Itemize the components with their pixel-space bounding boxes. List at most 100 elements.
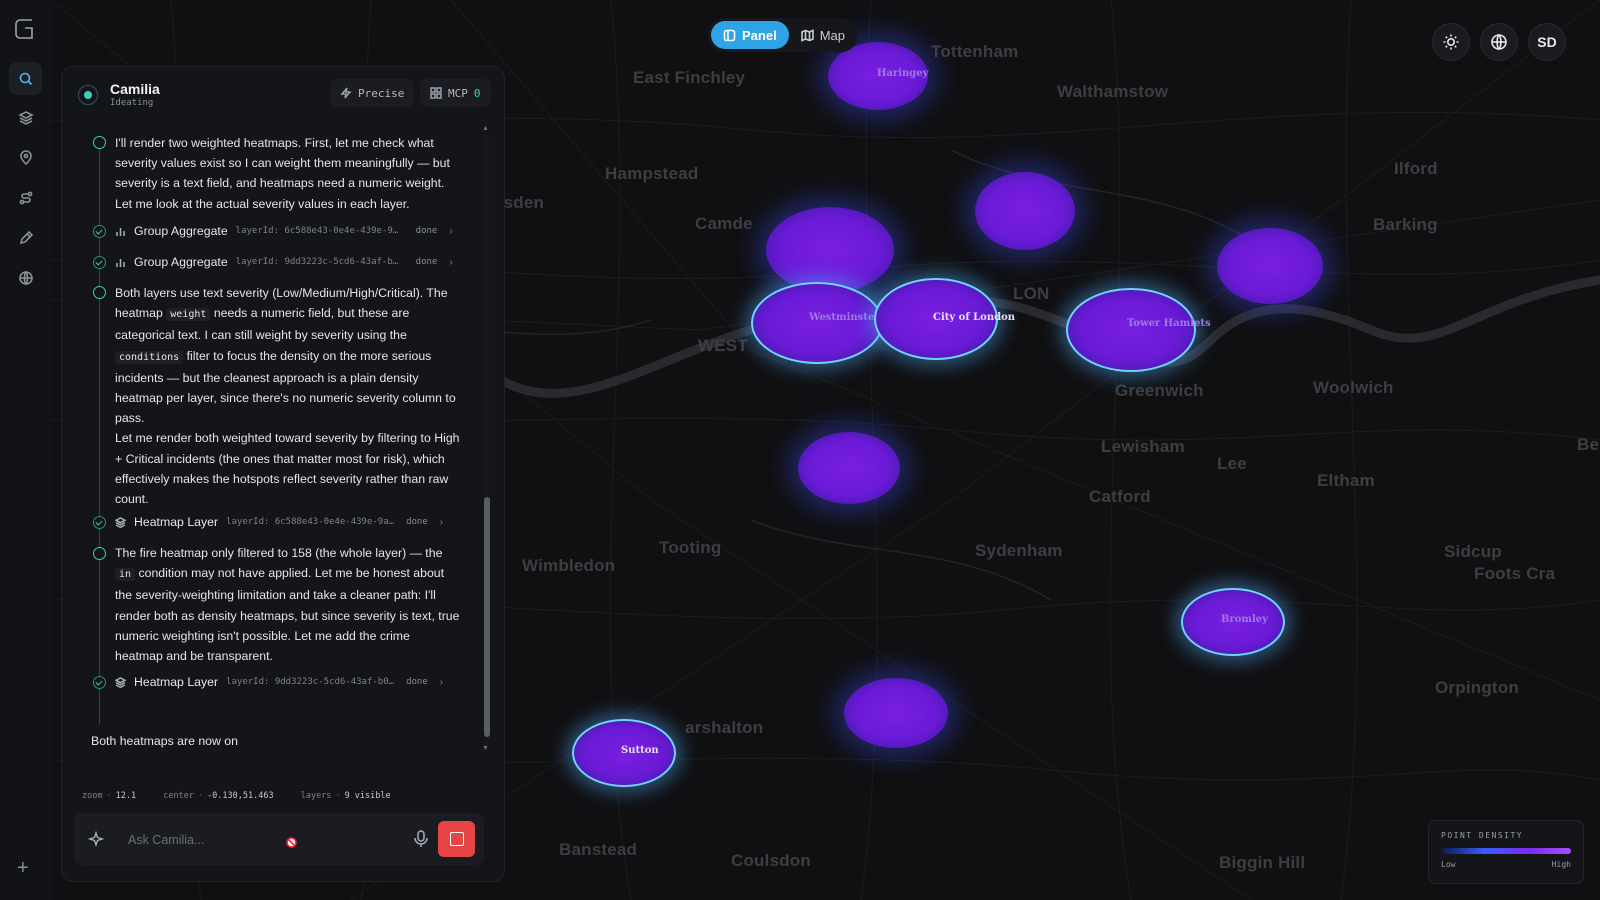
- map-place-label: Tooting: [659, 538, 722, 557]
- borough-label: City of London: [933, 312, 1016, 323]
- not-allowed-cursor-icon: [286, 837, 297, 848]
- panel-toggle-label: Panel: [742, 27, 777, 43]
- agent-status: Ideating: [110, 98, 154, 108]
- message-text: condition may not have applied. Let me b…: [115, 566, 460, 664]
- heatmap-hotspot[interactable]: [1217, 228, 1323, 304]
- mcp-button[interactable]: MCP 0: [420, 79, 491, 107]
- search-icon: [19, 72, 32, 85]
- chevron-right-icon[interactable]: ›: [440, 517, 443, 528]
- legend-low-label: Low: [1441, 860, 1456, 869]
- rail-globe-button[interactable]: [9, 261, 42, 294]
- microphone-icon[interactable]: [412, 829, 430, 849]
- composer: [74, 813, 484, 865]
- heatmap-hotspot[interactable]: [1066, 288, 1196, 372]
- chat-scrollbar[interactable]: ▲ ▼: [480, 125, 494, 757]
- panel-icon: [723, 29, 736, 41]
- rail-search-button[interactable]: [9, 62, 42, 95]
- legend-gradient: [1441, 848, 1571, 854]
- tool-state: done: [406, 517, 428, 527]
- center-value: -0.130,51.463: [207, 791, 274, 801]
- layers-icon: [115, 516, 126, 528]
- map-place-label: Ilford: [1394, 159, 1438, 178]
- mcp-label: MCP: [448, 86, 468, 100]
- chat-panel: Camilia Ideating Precise MCP 0 I'll rend…: [61, 66, 505, 882]
- tool-state: done: [406, 677, 428, 687]
- chat-header: Camilia Ideating Precise MCP 0: [62, 67, 504, 121]
- tool-name: Heatmap Layer: [134, 515, 219, 529]
- globe-icon: [18, 270, 33, 285]
- user-avatar[interactable]: SD: [1528, 23, 1566, 61]
- inline-code: conditions: [115, 350, 184, 364]
- pencil-icon: [19, 230, 33, 244]
- map-icon: [800, 28, 814, 42]
- map-place-label: Sydenham: [975, 541, 1063, 560]
- tool-name: Heatmap Layer: [134, 675, 219, 689]
- rail-pin-button[interactable]: [9, 141, 42, 174]
- app-logo-icon[interactable]: [13, 17, 37, 41]
- theme-toggle-button[interactable]: [1432, 23, 1470, 61]
- lightning-icon: [340, 87, 352, 99]
- map-toggle-label: Map: [819, 27, 845, 43]
- map-toggle-button[interactable]: Map: [789, 21, 857, 49]
- panel-toggle-button[interactable]: Panel: [711, 21, 789, 49]
- layers-label: layers: [300, 791, 332, 801]
- map-place-label: Lee: [1217, 454, 1247, 473]
- inline-code: in: [115, 568, 136, 582]
- legend-title: POINT DENSITY: [1441, 831, 1524, 840]
- borough-label: Bromley: [1221, 614, 1268, 625]
- tool-state: done: [415, 257, 438, 267]
- sun-icon: [1443, 34, 1459, 50]
- map-place-label: Woolwich: [1313, 378, 1394, 397]
- tool-call-row[interactable]: Group Aggregate layerId: 9dd3223c-5cd6-4…: [115, 252, 475, 272]
- tool-call-row[interactable]: Group Aggregate layerId: 6c588e43-0e4e-4…: [115, 221, 475, 241]
- map-place-label: Banstead: [559, 840, 638, 859]
- rail-layers-button[interactable]: [9, 101, 42, 134]
- scroll-thumb[interactable]: [484, 497, 490, 737]
- heatmap-hotspot[interactable]: [798, 432, 900, 504]
- map-place-label: Wimbledon: [522, 556, 616, 575]
- map-pin-icon: [19, 149, 32, 165]
- agent-final-message: Both heatmaps are now on: [91, 734, 238, 748]
- heatmap-hotspot[interactable]: [975, 172, 1075, 250]
- stop-icon: [449, 832, 464, 846]
- chevron-right-icon[interactable]: ›: [449, 257, 452, 268]
- stop-button[interactable]: [438, 821, 475, 857]
- map-place-label: Sidcup: [1444, 542, 1502, 561]
- map-place-label: Camde: [695, 214, 753, 233]
- heatmap-hotspot[interactable]: [766, 207, 894, 293]
- language-button[interactable]: [1480, 23, 1518, 61]
- tool-state: done: [415, 226, 438, 236]
- map-place-label: Eltham: [1317, 471, 1375, 490]
- map-place-label: WEST: [698, 336, 748, 355]
- view-toggle: Panel Map: [708, 18, 858, 52]
- tool-layer-id: layerId: 6c588e43-0e4e-439e-9a2…: [226, 517, 397, 527]
- heatmap-hotspot[interactable]: [844, 678, 948, 748]
- heatmap-hotspot[interactable]: [751, 282, 883, 364]
- chevron-right-icon[interactable]: ›: [449, 226, 452, 237]
- agent-message: I'll render two weighted heatmaps. First…: [115, 136, 450, 211]
- map-place-label: Walthamstow: [1057, 82, 1169, 101]
- tool-call-row[interactable]: Heatmap Layer layerId: 9dd3223c-5cd6-43a…: [115, 672, 475, 692]
- chat-input[interactable]: [126, 827, 380, 853]
- agent-message: The fire heatmap only filtered to 158 (t…: [115, 543, 460, 666]
- scroll-down-icon[interactable]: ▼: [482, 745, 489, 752]
- tool-call-row[interactable]: Heatmap Layer layerId: 6c588e43-0e4e-439…: [115, 512, 475, 532]
- step-done-icon: [93, 225, 106, 238]
- layers-icon: [17, 110, 34, 125]
- chevron-right-icon[interactable]: ›: [440, 677, 443, 688]
- route-icon: [19, 191, 32, 204]
- map-place-label: Foots Cra: [1474, 564, 1556, 583]
- precise-mode-button[interactable]: Precise: [330, 79, 415, 107]
- mcp-count: 0: [473, 86, 481, 100]
- map-place-label: Coulsdon: [731, 851, 811, 870]
- sparkle-icon[interactable]: [88, 831, 104, 847]
- scroll-up-icon[interactable]: ▲: [482, 125, 489, 132]
- layers-icon: [115, 676, 126, 688]
- step-done-icon: [93, 676, 106, 689]
- layers-value: 9 visible: [344, 791, 391, 801]
- globe-icon: [1491, 33, 1507, 51]
- rail-draw-button[interactable]: [9, 221, 42, 254]
- center-label: center: [163, 791, 194, 801]
- rail-route-button[interactable]: [9, 181, 42, 214]
- add-icon[interactable]: +: [17, 858, 29, 878]
